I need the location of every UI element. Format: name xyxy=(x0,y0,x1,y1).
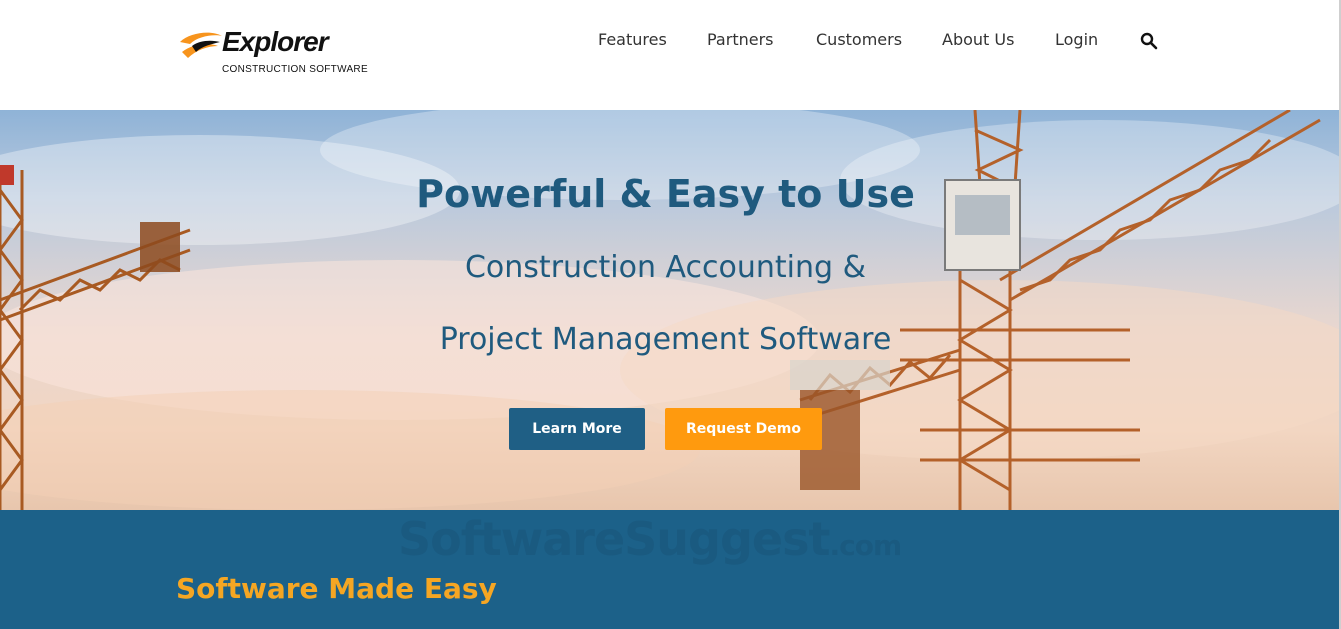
nav-customers[interactable]: Customers xyxy=(816,30,902,49)
construction-cranes-image xyxy=(0,110,1321,510)
search-icon[interactable] xyxy=(1140,32,1158,50)
logo-tagline: CONSTRUCTION SOFTWARE xyxy=(222,64,368,75)
request-demo-button[interactable]: Request Demo xyxy=(665,408,822,450)
site-header: Explorer CONSTRUCTION SOFTWARE Features … xyxy=(0,0,1341,110)
nav-about-us[interactable]: About Us xyxy=(942,30,1014,49)
hero-subtitle-line1: Construction Accounting & xyxy=(464,250,866,285)
hero-title: Powerful & Easy to Use xyxy=(416,172,915,216)
hero-subtitle-line2: Project Management Software xyxy=(439,322,892,357)
hero-section: Powerful & Easy to Use Construction Acco… xyxy=(0,110,1341,510)
main-nav: Features Partners Customers About Us Log… xyxy=(0,30,1341,52)
watermark-suffix: .com xyxy=(829,529,902,562)
learn-more-button[interactable]: Learn More xyxy=(509,408,645,450)
watermark: SoftwareSuggest.com xyxy=(398,512,902,566)
section-title: Software Made Easy xyxy=(176,572,497,605)
watermark-text: SoftwareSuggest xyxy=(398,512,830,566)
nav-partners[interactable]: Partners xyxy=(707,30,773,49)
nav-features[interactable]: Features xyxy=(598,30,667,49)
nav-login[interactable]: Login xyxy=(1055,30,1098,49)
software-made-easy-section: SoftwareSuggest.com Software Made Easy xyxy=(0,510,1341,629)
